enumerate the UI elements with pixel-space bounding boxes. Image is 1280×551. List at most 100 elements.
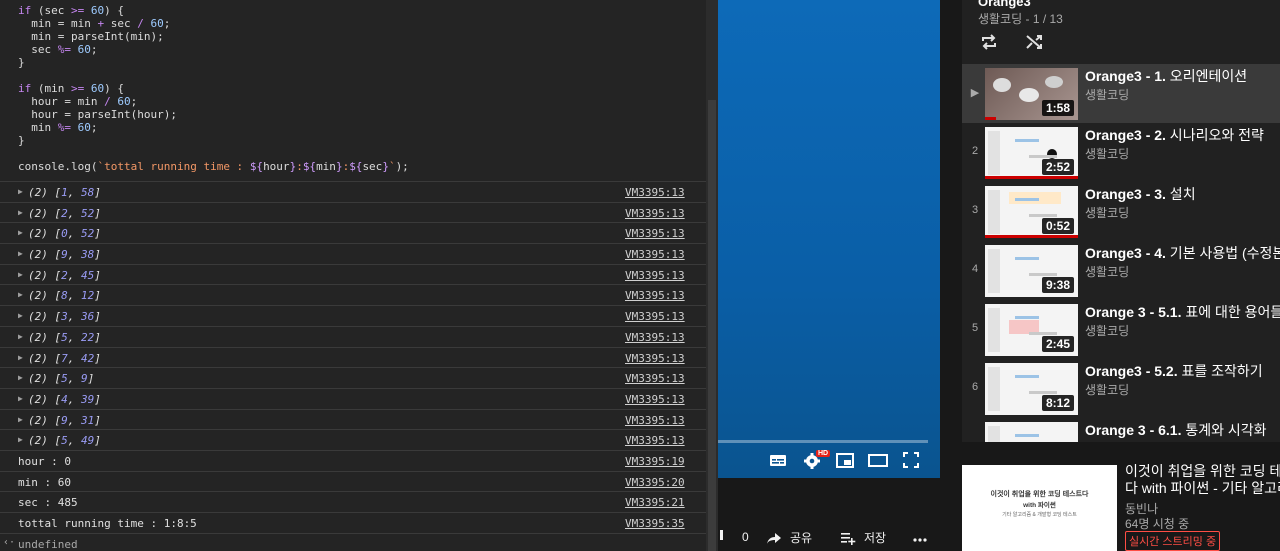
playlist-item[interactable]: 2 2:52 Orange3 - 2. 시나리오와 전략 생활코딩 <box>962 123 1280 182</box>
array-preview: (2) [5, 22] <box>28 330 101 344</box>
expand-triangle-icon[interactable]: ▶ <box>18 249 23 258</box>
source-link[interactable]: VM3395:13 <box>625 414 685 427</box>
settings-icon[interactable]: HD <box>802 450 831 470</box>
video-thumbnail[interactable]: 2:52 <box>985 127 1078 179</box>
expand-triangle-icon[interactable]: ▶ <box>18 394 23 403</box>
code-token: (min <box>31 82 71 95</box>
source-link[interactable]: VM3395:13 <box>625 331 685 344</box>
source-link[interactable]: VM3395:13 <box>625 227 685 240</box>
source-link[interactable]: VM3395:20 <box>625 476 685 489</box>
playlist-item-name: 기본 사용법 (수정본) <box>1165 245 1280 261</box>
source-link[interactable]: VM3395:13 <box>625 248 685 261</box>
playlist-item-title: Orange3 - 2. 시나리오와 전략 <box>1085 125 1264 145</box>
video-thumbnail[interactable] <box>985 422 1078 442</box>
playlist-title[interactable]: Orange3 <box>978 0 1031 9</box>
code-token: ) { <box>104 4 124 17</box>
video-thumbnail[interactable]: 1:58 <box>985 68 1078 120</box>
miniplayer-icon[interactable] <box>835 450 855 470</box>
scrollbar-thumb[interactable] <box>708 100 716 551</box>
theater-icon[interactable] <box>868 450 888 470</box>
array-value-1: 49 <box>81 434 95 448</box>
expand-triangle-icon[interactable]: ▶ <box>18 332 23 341</box>
array-preview: (2) [0, 52] <box>28 227 101 241</box>
more-button[interactable] <box>912 529 936 545</box>
video-thumbnail[interactable]: 0:52 <box>985 186 1078 238</box>
source-link[interactable]: VM3395:13 <box>625 207 685 220</box>
source-link[interactable]: VM3395:21 <box>625 496 685 509</box>
array-value-0: 5 <box>61 372 68 386</box>
source-link[interactable]: VM3395:13 <box>625 352 685 365</box>
array-value-1: 9 <box>81 372 88 386</box>
dislike-button[interactable]: 0 <box>718 529 749 545</box>
console-array-row[interactable]: ▶ (2) [7, 42] VM3395:13 <box>0 346 718 368</box>
console-array-row[interactable]: ▶ (2) [2, 52] VM3395:13 <box>0 201 718 223</box>
array-value-1: 36 <box>81 310 95 324</box>
array-value-0: 5 <box>61 434 68 448</box>
source-link[interactable]: VM3395:13 <box>625 393 685 406</box>
subtitles-icon[interactable] <box>768 450 788 470</box>
source-link[interactable]: VM3395:13 <box>625 186 685 199</box>
recommendation-thumbnail[interactable]: 이것이 취업을 위한 코딩 테스트다 with 파이썬 기타 알고리즘 & 개발… <box>962 465 1117 551</box>
console-array-row[interactable]: ▶ (2) [0, 52] VM3395:13 <box>0 222 718 243</box>
source-link[interactable]: VM3395:35 <box>625 517 685 530</box>
code-token: : <box>296 160 303 173</box>
source-link[interactable]: VM3395:13 <box>625 269 685 282</box>
console-array-row[interactable]: ▶ (2) [1, 58] VM3395:13 <box>0 181 718 202</box>
video-progress-bar[interactable] <box>718 440 928 443</box>
playlist-item-title: Orange3 - 3. 설치 <box>1085 184 1196 204</box>
array-length: (2) <box>28 392 48 406</box>
playlist-item-channel: 생활코딩 <box>1085 147 1130 161</box>
fullscreen-icon[interactable] <box>901 450 921 470</box>
code-token: } <box>18 134 25 147</box>
expand-triangle-icon[interactable]: ▶ <box>18 415 23 424</box>
expand-triangle-icon[interactable]: ▶ <box>18 311 23 320</box>
console-array-row[interactable]: ▶ (2) [4, 39] VM3395:13 <box>0 387 718 409</box>
playlist-item[interactable]: 3 0:52 Orange3 - 3. 설치 생활코딩 <box>962 182 1280 241</box>
console-array-row[interactable]: ▶ (2) [9, 31] VM3395:13 <box>0 408 718 430</box>
console-array-row[interactable]: ▶ (2) [8, 12] VM3395:13 <box>0 284 718 305</box>
source-link[interactable]: VM3395:13 <box>625 310 685 323</box>
console-text-row: sec : 485 VM3395:21 <box>0 491 718 512</box>
expand-triangle-icon[interactable]: ▶ <box>18 187 23 196</box>
expand-triangle-icon[interactable]: ▶ <box>18 208 23 217</box>
console-array-row[interactable]: ▶ (2) [5, 49] VM3395:13 <box>0 429 718 450</box>
duration-badge: 1:58 <box>1041 100 1074 116</box>
source-link[interactable]: VM3395:19 <box>625 455 685 468</box>
console-array-row[interactable]: ▶ (2) [5, 22] VM3395:13 <box>0 325 718 347</box>
source-link[interactable]: VM3395:13 <box>625 372 685 385</box>
expand-triangle-icon[interactable]: ▶ <box>18 373 23 382</box>
loop-icon[interactable] <box>979 32 999 52</box>
console-scrollbar[interactable] <box>706 0 718 551</box>
code-line: hour = min / 60; <box>18 95 718 108</box>
video-thumbnail[interactable]: 2:45 <box>985 304 1078 356</box>
expand-triangle-icon[interactable]: ▶ <box>18 435 23 444</box>
array-value-1: 39 <box>81 392 95 406</box>
video-thumbnail[interactable]: 8:12 <box>985 363 1078 415</box>
console-array-row[interactable]: ▶ (2) [3, 36] VM3395:13 <box>0 305 718 326</box>
playlist-item[interactable]: ▶ 1:58 Orange3 - 1. 오리엔테이션 생활코딩 <box>962 64 1280 123</box>
playlist-item[interactable]: 6 8:12 Orange3 - 5.2. 표를 조작하기 생활코딩 <box>962 359 1280 418</box>
source-link[interactable]: VM3395:13 <box>625 434 685 447</box>
array-preview: (2) [2, 45] <box>28 268 101 282</box>
video-thumbnail[interactable]: 9:38 <box>985 245 1078 297</box>
shuffle-icon[interactable] <box>1024 32 1044 52</box>
expand-triangle-icon[interactable]: ▶ <box>18 290 23 299</box>
expand-triangle-icon[interactable]: ▶ <box>18 353 23 362</box>
recommendation-title[interactable]: 이것이 취업을 위한 코딩 테 다 with 파이썬 - 기타 알고리 <box>1125 463 1280 497</box>
console-array-row[interactable]: ▶ (2) [5, 9] VM3395:13 <box>0 367 718 388</box>
playlist-item[interactable]: 5 2:45 Orange 3 - 5.1. 표에 대한 용어들 생활코딩 <box>962 300 1280 359</box>
save-button[interactable]: 저장 <box>840 529 886 546</box>
expand-triangle-icon[interactable]: ▶ <box>18 228 23 237</box>
source-link[interactable]: VM3395:13 <box>625 289 685 302</box>
expand-triangle-icon[interactable]: ▶ <box>18 270 23 279</box>
playlist-item-title: Orange3 - 1. 오리엔테이션 <box>1085 66 1247 86</box>
playlist-item[interactable]: Orange 3 - 6.1. 통계와 시각화 <box>962 418 1280 442</box>
console-array-row[interactable]: ▶ (2) [2, 45] VM3395:13 <box>0 263 718 285</box>
video-player[interactable]: HD <box>718 0 940 478</box>
console-array-row[interactable]: ▶ (2) [9, 38] VM3395:13 <box>0 243 718 264</box>
playlist-item[interactable]: 4 9:38 Orange3 - 4. 기본 사용법 (수정본) 생활코딩 <box>962 241 1280 300</box>
playlist-item-name: 표를 조작하기 <box>1177 363 1263 379</box>
playlist-item-title: Orange 3 - 6.1. 통계와 시각화 <box>1085 420 1267 440</box>
share-button[interactable]: 공유 <box>766 529 812 546</box>
